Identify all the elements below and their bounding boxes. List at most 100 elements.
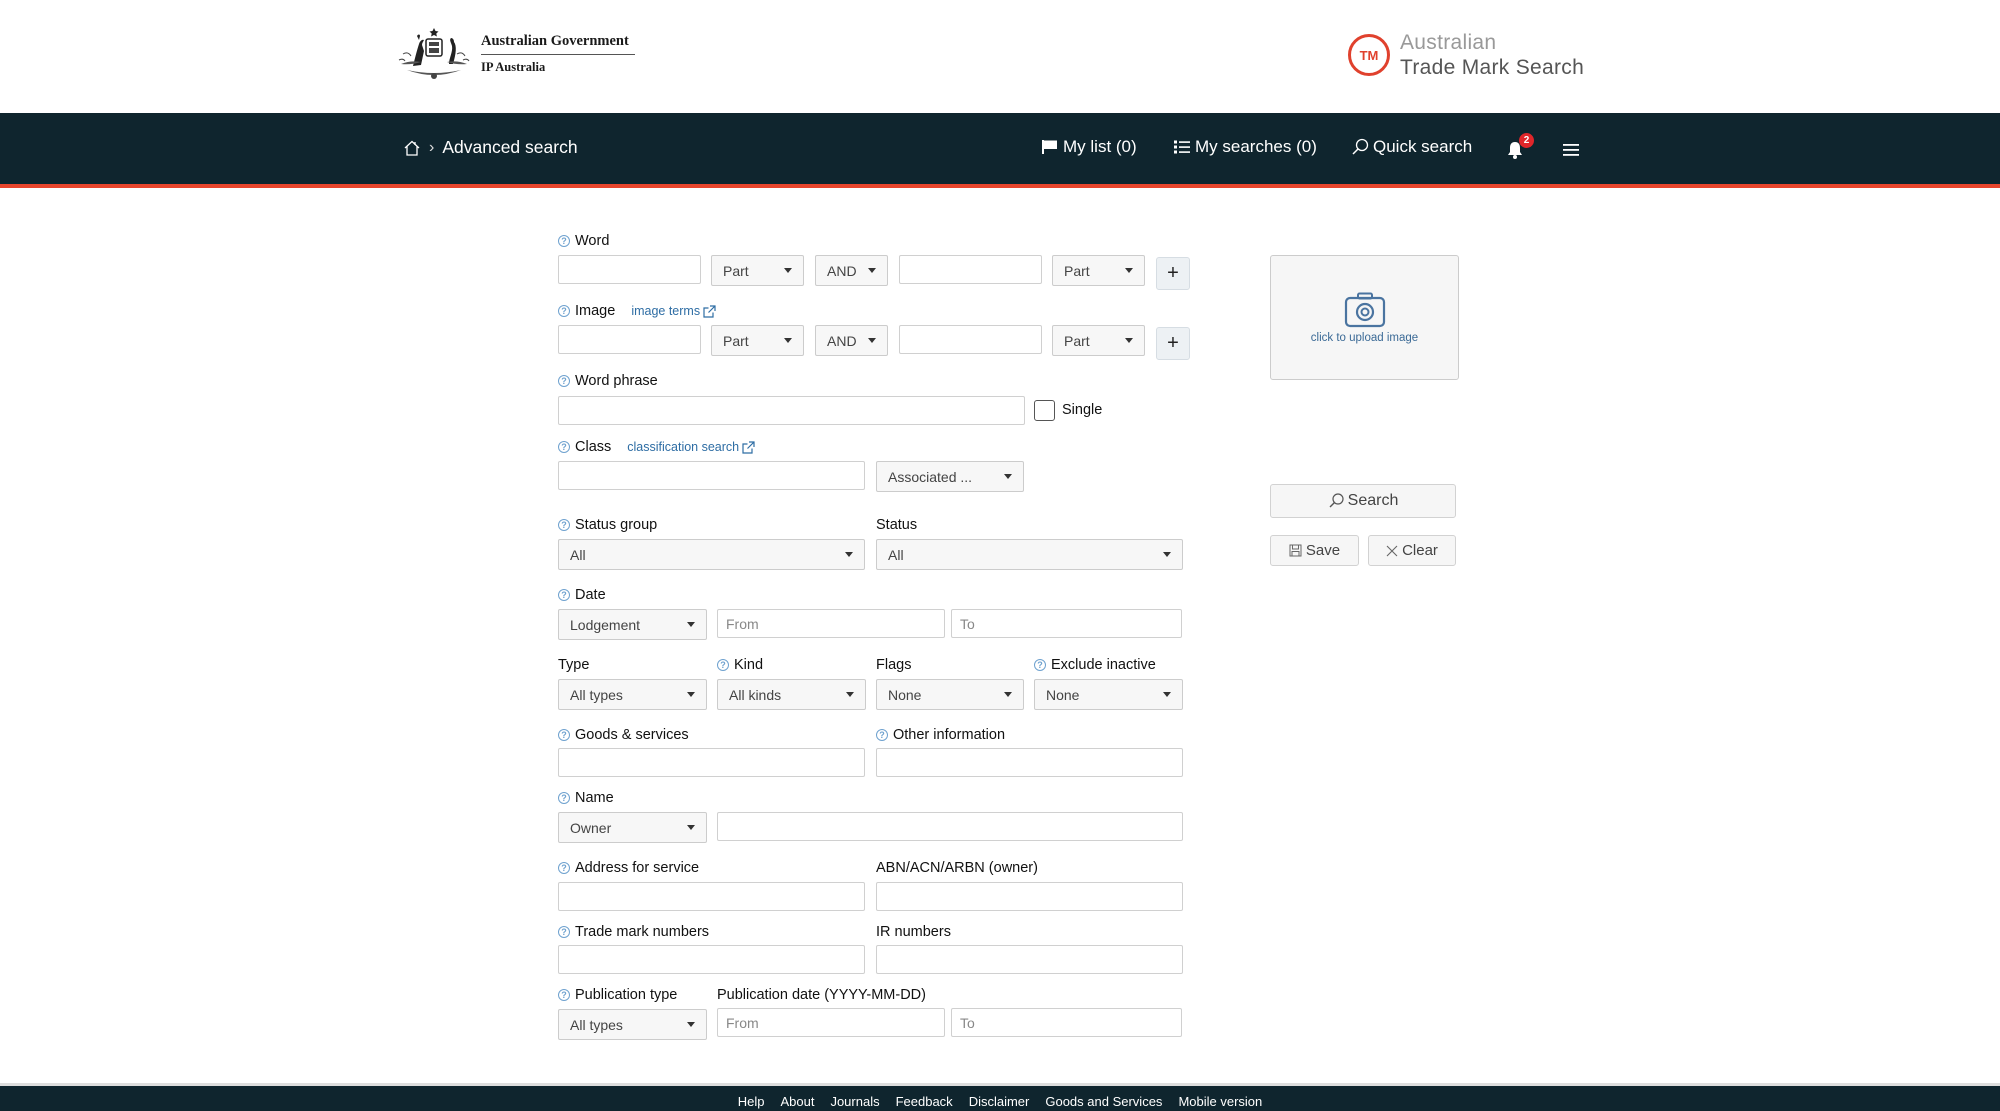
exclude-inactive-label-text: Exclude inactive	[1051, 657, 1156, 673]
goods-services-input[interactable]	[558, 748, 865, 777]
help-icon[interactable]: ?	[558, 235, 570, 247]
select-value: AND	[827, 332, 857, 349]
help-icon[interactable]: ?	[1034, 659, 1046, 671]
search-button[interactable]: Search	[1270, 484, 1456, 518]
save-button[interactable]: Save	[1270, 535, 1359, 566]
word-input-1[interactable]	[558, 255, 701, 284]
publication-date-from-input[interactable]	[717, 1008, 945, 1037]
caret-down-icon	[846, 692, 854, 697]
abn-input[interactable]	[876, 882, 1183, 911]
status-group-select[interactable]: All	[558, 539, 865, 570]
image-operator-select[interactable]: AND	[815, 325, 888, 356]
upload-text: click to upload image	[1310, 331, 1419, 344]
image-label-text: Image	[575, 303, 616, 319]
search-icon	[1329, 493, 1344, 508]
kind-select[interactable]: All kinds	[717, 679, 866, 710]
australian-government-logo[interactable]: Australian Government IP Australia	[393, 24, 635, 84]
image-upload-area[interactable]: click to upload image	[1270, 255, 1459, 380]
date-type-select[interactable]: Lodgement	[558, 609, 707, 640]
help-icon[interactable]: ?	[558, 729, 570, 741]
image-label: ? Image image terms	[558, 303, 716, 319]
help-icon[interactable]: ?	[558, 926, 570, 938]
single-checkbox[interactable]	[1034, 400, 1055, 421]
footer-link-about[interactable]: About	[780, 1094, 814, 1109]
image-match-select-1[interactable]: Part	[711, 325, 804, 356]
publication-type-select[interactable]: All types	[558, 1009, 707, 1040]
publication-type-label: ? Publication type	[558, 987, 677, 1003]
image-input-2[interactable]	[899, 325, 1042, 354]
status-group-label-text: Status group	[575, 517, 658, 533]
goods-services-label-text: Goods & services	[575, 727, 689, 743]
class-association-select[interactable]: Associated ...	[876, 461, 1024, 492]
help-icon[interactable]: ?	[558, 305, 570, 317]
select-value: All types	[570, 1016, 623, 1033]
date-to-input[interactable]	[951, 609, 1182, 638]
word-match-select-2[interactable]: Part	[1052, 255, 1145, 286]
search-button-label: Search	[1347, 492, 1399, 509]
date-from-input[interactable]	[717, 609, 945, 638]
select-value: Part	[1064, 332, 1090, 349]
publication-date-to-input[interactable]	[951, 1008, 1182, 1037]
image-input-1[interactable]	[558, 325, 701, 354]
single-label: Single	[1062, 402, 1103, 418]
other-information-input[interactable]	[876, 748, 1183, 777]
help-icon[interactable]: ?	[558, 862, 570, 874]
add-image-button[interactable]: +	[1156, 327, 1190, 360]
caret-down-icon	[687, 825, 695, 830]
help-icon[interactable]: ?	[558, 441, 570, 453]
word-phrase-input[interactable]	[558, 396, 1025, 425]
breadcrumb: › Advanced search	[403, 137, 578, 158]
footer-link-feedback[interactable]: Feedback	[896, 1094, 953, 1109]
app-logo[interactable]: TM Australian Trade Mark Search	[1348, 30, 1584, 80]
footer-link-disclaimer[interactable]: Disclaimer	[969, 1094, 1030, 1109]
image-match-select-2[interactable]: Part	[1052, 325, 1145, 356]
kind-label-text: Kind	[734, 657, 764, 673]
app-title-line1: Australian	[1400, 31, 1497, 54]
quick-search-link[interactable]: Quick search	[1351, 137, 1472, 157]
clear-button[interactable]: Clear	[1368, 535, 1456, 566]
address-for-service-input[interactable]	[558, 882, 865, 911]
help-icon[interactable]: ?	[558, 989, 570, 1001]
my-list-link[interactable]: My list (0)	[1041, 137, 1137, 157]
notification-badge: 2	[1519, 133, 1534, 148]
app-title-line2: Trade Mark Search	[1400, 56, 1585, 79]
image-terms-link[interactable]: image terms	[631, 304, 716, 318]
breadcrumb-current: Advanced search	[442, 137, 578, 157]
word-phrase-label-text: Word phrase	[575, 373, 658, 389]
my-searches-link[interactable]: My searches (0)	[1173, 137, 1317, 157]
add-word-button[interactable]: +	[1156, 257, 1190, 290]
caret-down-icon	[845, 552, 853, 557]
help-icon[interactable]: ?	[558, 792, 570, 804]
name-input[interactable]	[717, 812, 1183, 841]
help-icon[interactable]: ?	[876, 729, 888, 741]
status-select[interactable]: All	[876, 539, 1183, 570]
flags-select[interactable]: None	[876, 679, 1024, 710]
select-value: None	[1046, 686, 1080, 703]
help-icon[interactable]: ?	[558, 589, 570, 601]
footer-link-help[interactable]: Help	[738, 1094, 765, 1109]
caret-down-icon	[868, 268, 876, 273]
flags-label: Flags	[876, 657, 912, 673]
classification-search-link[interactable]: classification search	[627, 440, 755, 454]
other-information-label-text: Other information	[893, 727, 1006, 743]
help-icon[interactable]: ?	[717, 659, 729, 671]
gov-line1: Australian Government	[481, 33, 635, 55]
type-label: Type	[558, 657, 590, 673]
class-input[interactable]	[558, 461, 865, 490]
help-icon[interactable]: ?	[558, 519, 570, 531]
select-value: Part	[723, 332, 749, 349]
exclude-inactive-select[interactable]: None	[1034, 679, 1183, 710]
ir-numbers-input[interactable]	[876, 945, 1183, 974]
word-input-2[interactable]	[899, 255, 1042, 284]
footer-link-journals[interactable]: Journals	[830, 1094, 879, 1109]
word-match-select-1[interactable]: Part	[711, 255, 804, 286]
footer-link-mobile-version[interactable]: Mobile version	[1178, 1094, 1262, 1109]
hamburger-menu-button[interactable]	[1563, 143, 1579, 162]
word-operator-select[interactable]: AND	[815, 255, 888, 286]
trade-mark-numbers-input[interactable]	[558, 945, 865, 974]
home-icon[interactable]	[403, 139, 421, 157]
name-type-select[interactable]: Owner	[558, 812, 707, 843]
footer-link-goods-and-services[interactable]: Goods and Services	[1045, 1094, 1162, 1109]
type-select[interactable]: All types	[558, 679, 707, 710]
help-icon[interactable]: ?	[558, 375, 570, 387]
